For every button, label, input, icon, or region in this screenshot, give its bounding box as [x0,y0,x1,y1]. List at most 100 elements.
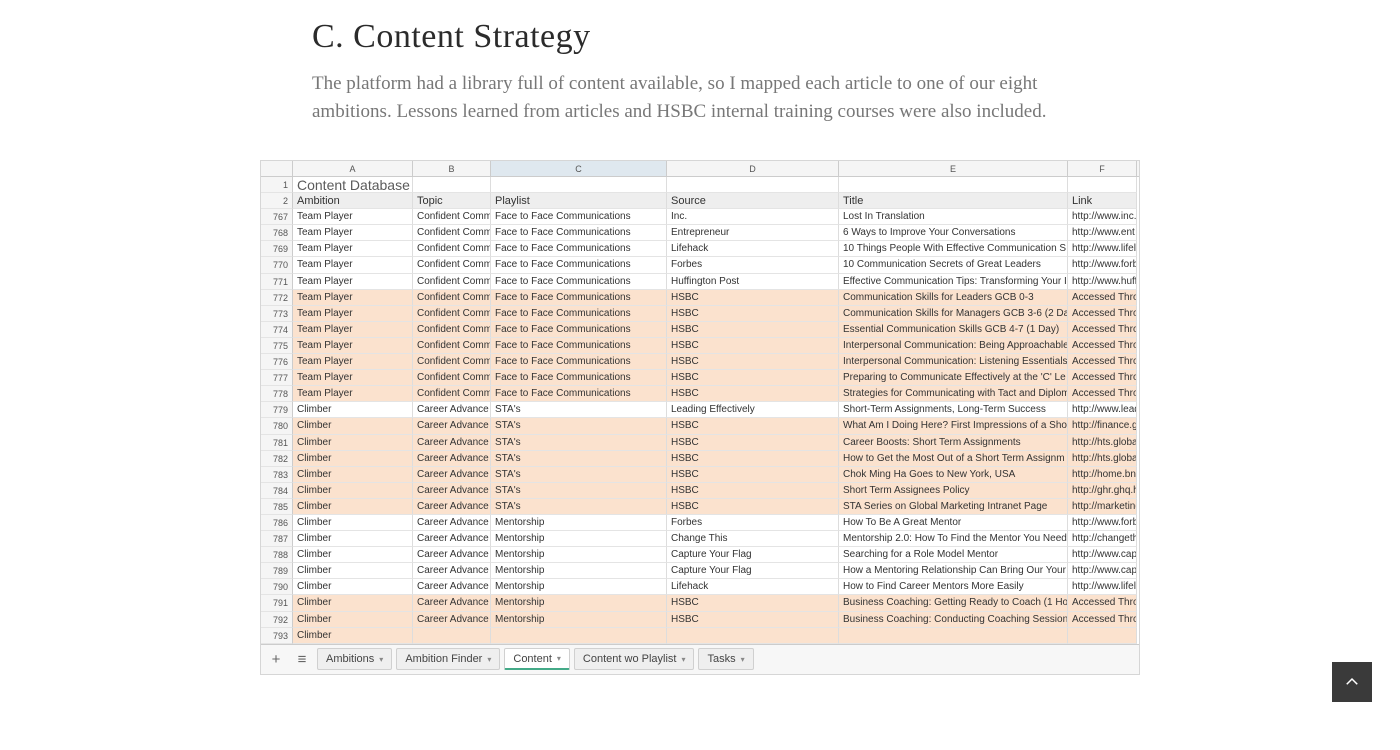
cell[interactable]: Team Player [293,209,413,225]
cell[interactable]: Career Advance [413,418,491,434]
cell[interactable]: Accessed Throu [1068,595,1137,611]
cell[interactable]: Accessed Throu [1068,322,1137,338]
cell[interactable]: Effective Communication Tips: Transformi… [839,274,1068,290]
row-number[interactable]: 782 [261,451,293,467]
column-header[interactable]: E [839,161,1068,176]
cell[interactable]: Team Player [293,354,413,370]
row-number[interactable]: 2 [261,193,293,209]
cell[interactable]: Face to Face Communications [491,225,667,241]
row-number[interactable]: 785 [261,499,293,515]
cell[interactable]: Climber [293,515,413,531]
cell[interactable]: Climber [293,612,413,628]
cell[interactable]: Capture Your Flag [667,563,839,579]
cell[interactable]: Climber [293,467,413,483]
cell[interactable]: http://www.lifel [1068,579,1137,595]
cell[interactable]: Team Player [293,257,413,273]
cell[interactable]: 6 Ways to Improve Your Conversations [839,225,1068,241]
row-number[interactable]: 791 [261,595,293,611]
cell[interactable]: Climber [293,579,413,595]
cell[interactable]: HSBC [667,386,839,402]
cell[interactable]: HSBC [667,338,839,354]
cell[interactable]: Preparing to Communicate Effectively at … [839,370,1068,386]
cell[interactable]: STA's [491,467,667,483]
cell[interactable]: Face to Face Communications [491,290,667,306]
cell[interactable]: STA's [491,483,667,499]
col-link[interactable]: Link [1068,193,1137,209]
cell[interactable]: Chok Ming Ha Goes to New York, USA [839,467,1068,483]
cell[interactable]: http://www.lifel [1068,241,1137,257]
cell[interactable]: Mentorship [491,563,667,579]
cell[interactable]: Face to Face Communications [491,322,667,338]
row-number[interactable]: 776 [261,354,293,370]
cell[interactable]: Career Advance [413,595,491,611]
cell[interactable]: Confident Comm [413,306,491,322]
cell[interactable]: Confident Comm [413,257,491,273]
column-header[interactable]: A [293,161,413,176]
cell[interactable]: Accessed Throu [1068,290,1137,306]
cell[interactable]: Career Advance [413,499,491,515]
cell[interactable]: Face to Face Communications [491,306,667,322]
cell[interactable]: Short-Term Assignments, Long-Term Succes… [839,402,1068,418]
row-number[interactable]: 773 [261,306,293,322]
cell[interactable]: Career Advance [413,467,491,483]
cell[interactable]: http://www.huff [1068,274,1137,290]
cell[interactable]: Mentorship [491,531,667,547]
cell[interactable]: Team Player [293,322,413,338]
cell[interactable]: http://marketing [1068,499,1137,515]
cell[interactable]: Confident Comm [413,322,491,338]
cell[interactable]: HSBC [667,595,839,611]
row-number[interactable]: 772 [261,290,293,306]
cell[interactable]: Confident Comm [413,274,491,290]
cell[interactable]: Career Advance [413,483,491,499]
cell[interactable]: Climber [293,547,413,563]
cell[interactable]: http://www.forb [1068,257,1137,273]
row-number[interactable]: 778 [261,386,293,402]
select-all-corner[interactable] [261,161,293,176]
row-number[interactable]: 779 [261,402,293,418]
row-number[interactable]: 781 [261,435,293,451]
cell[interactable]: STA's [491,451,667,467]
cell[interactable]: http://www.cap [1068,547,1137,563]
cell[interactable]: Communication Skills for Leaders GCB 0-3 [839,290,1068,306]
cell[interactable]: HSBC [667,354,839,370]
col-ambition[interactable]: Ambition [293,193,413,209]
cell[interactable]: http://hts.globa [1068,451,1137,467]
cell[interactable]: Accessed Throu [1068,370,1137,386]
cell[interactable] [1068,628,1137,644]
cell[interactable]: Confident Comm [413,338,491,354]
cell[interactable]: Mentorship [491,515,667,531]
cell[interactable]: Career Advance [413,579,491,595]
cell[interactable]: http://www.cap [1068,563,1137,579]
row-number[interactable]: 780 [261,418,293,434]
cell[interactable]: Lifehack [667,579,839,595]
cell[interactable] [413,628,491,644]
cell[interactable]: Accessed Throu [1068,612,1137,628]
column-header[interactable]: F [1068,161,1137,176]
cell[interactable]: HSBC [667,418,839,434]
cell[interactable]: Face to Face Communications [491,257,667,273]
cell[interactable]: http://ghr.ghq.h [1068,483,1137,499]
cell[interactable]: Searching for a Role Model Mentor [839,547,1068,563]
cell[interactable]: Communication Skills for Managers GCB 3-… [839,306,1068,322]
cell[interactable]: STA's [491,435,667,451]
all-sheets-button[interactable]: ≡ [291,648,313,670]
row-number[interactable]: 775 [261,338,293,354]
cell[interactable]: Face to Face Communications [491,274,667,290]
cell[interactable]: Lost In Translation [839,209,1068,225]
row-number[interactable]: 784 [261,483,293,499]
cell[interactable]: Capture Your Flag [667,547,839,563]
cell[interactable]: Confident Comm [413,225,491,241]
row-number[interactable]: 770 [261,257,293,273]
cell[interactable]: HSBC [667,483,839,499]
cell[interactable]: Accessed Throu [1068,306,1137,322]
cell[interactable]: Climber [293,451,413,467]
cell[interactable]: HSBC [667,612,839,628]
cell[interactable]: Team Player [293,225,413,241]
cell[interactable]: Confident Comm [413,290,491,306]
cell[interactable]: Mentorship [491,579,667,595]
sheet-tab[interactable]: Content▾ [504,648,570,670]
cell[interactable]: HSBC [667,290,839,306]
cell[interactable]: http://www.ent [1068,225,1137,241]
cell[interactable]: HSBC [667,435,839,451]
cell[interactable]: Climber [293,563,413,579]
